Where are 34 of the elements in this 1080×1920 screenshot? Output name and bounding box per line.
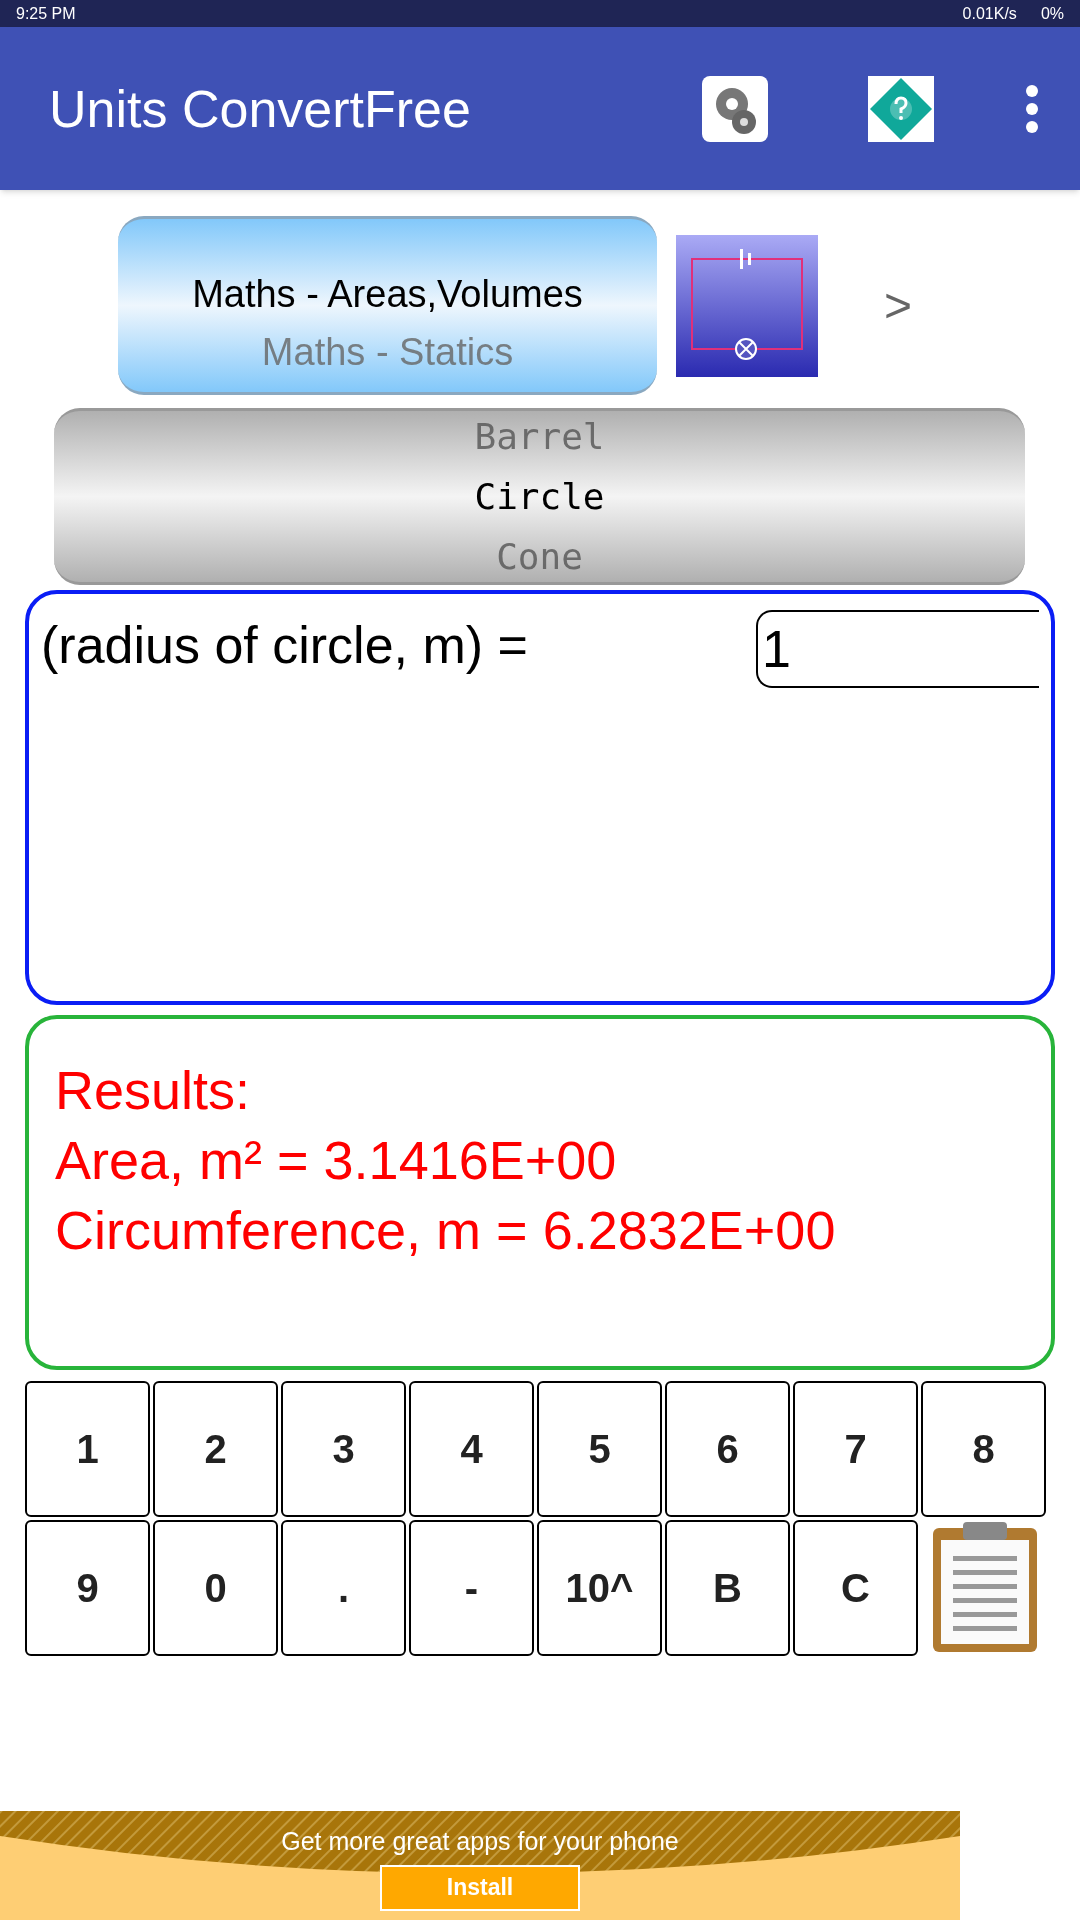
app-title: Units ConvertFree [49, 78, 472, 140]
help-icon[interactable] [868, 75, 934, 142]
keypad-key[interactable]: 7 [793, 1381, 918, 1517]
wheel-item[interactable]: Circle [474, 466, 605, 527]
keypad-key[interactable]: 10^ [537, 1520, 662, 1656]
keypad-key[interactable]: . [281, 1520, 406, 1656]
battery-percent: 0% [1040, 3, 1064, 24]
keypad-key[interactable]: - [409, 1520, 534, 1656]
keypad-key[interactable]: 3 [281, 1381, 406, 1517]
keypad-key[interactable]: B [665, 1520, 790, 1656]
keypad-key[interactable]: 5 [537, 1381, 662, 1517]
more-menu-icon[interactable] [1024, 83, 1040, 134]
status-time: 9:25 PM [16, 3, 76, 24]
category-wheel[interactable]: Maths - Areas,Volumes Maths - Statics [118, 216, 657, 395]
keypad-key[interactable]: 6 [665, 1381, 790, 1517]
result-line: Results: [55, 1059, 252, 1122]
ad-text: Get more great apps for your phone [281, 1826, 679, 1857]
shape-wheel[interactable]: Barrel Circle Cone [54, 408, 1025, 585]
circuit-diagram-icon[interactable] [676, 234, 818, 377]
wheel-item[interactable]: Maths - Areas,Volumes [192, 263, 583, 324]
radius-field[interactable]: 1 [756, 610, 1039, 688]
gear-icon[interactable] [702, 75, 768, 142]
next-arrow[interactable]: > [884, 269, 913, 342]
keypad-key[interactable]: C [793, 1520, 918, 1656]
keypad-key[interactable]: 4 [409, 1381, 534, 1517]
network-speed: 0.01K/s [962, 3, 1017, 24]
keypad-key[interactable]: 2 [153, 1381, 278, 1517]
keypad-key[interactable]: 9 [25, 1520, 150, 1656]
keypad-key[interactable]: 8 [921, 1381, 1046, 1517]
result-line: Area, m² = 3.1416E+00 [55, 1129, 618, 1192]
keypad-key[interactable]: 1 [25, 1381, 150, 1517]
input-label: (radius of circle, m) = [41, 615, 529, 676]
keypad-key[interactable]: 0 [153, 1520, 278, 1656]
result-line: Circumference, m = 6.2832E+00 [55, 1199, 837, 1262]
